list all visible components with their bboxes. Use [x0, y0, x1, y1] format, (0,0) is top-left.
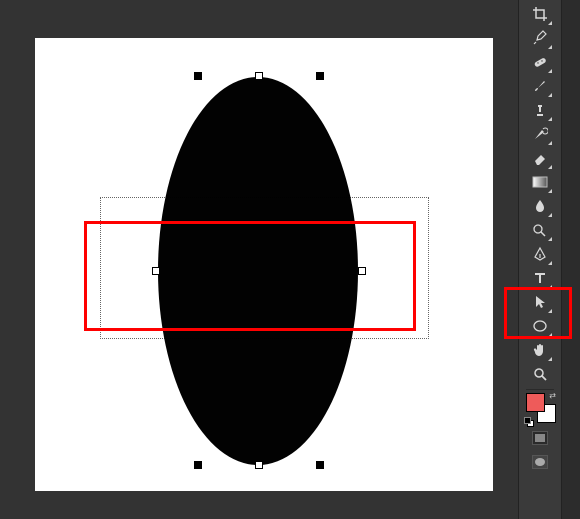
transform-handle-bottom-mid[interactable] [255, 461, 263, 469]
transform-handle-bottom-right[interactable] [316, 461, 324, 469]
ellipse-icon [532, 318, 548, 334]
eyedropper-icon [532, 30, 548, 46]
history-brush-tool[interactable] [527, 122, 553, 146]
foreground-color-swatch[interactable] [526, 393, 545, 412]
screen-mode-button[interactable] [532, 455, 548, 469]
stamp-icon [532, 102, 548, 118]
history-brush-icon [532, 126, 548, 142]
magnifier-icon [532, 366, 548, 382]
crop-icon [532, 6, 548, 22]
swap-colors-icon[interactable]: ⇄ [549, 391, 556, 400]
standard-mode-button[interactable] [532, 431, 548, 445]
eraser-icon [532, 150, 548, 166]
brush-tool[interactable] [527, 74, 553, 98]
transform-handle-bottom-left[interactable] [194, 461, 202, 469]
clone-stamp-tool[interactable] [527, 98, 553, 122]
transform-handle-mid-right[interactable] [358, 267, 366, 275]
transform-handle-top-mid[interactable] [255, 72, 263, 80]
panel-gutter [562, 0, 580, 519]
transform-handle-mid-left[interactable] [152, 267, 160, 275]
arrow-cursor-icon [532, 294, 548, 310]
gradient-icon [532, 175, 548, 189]
blur-tool[interactable] [527, 194, 553, 218]
hand-icon [532, 342, 548, 358]
droplet-icon [532, 198, 548, 214]
pen-icon [532, 246, 548, 262]
transform-handle-top-left[interactable] [194, 72, 202, 80]
bandage-icon [532, 54, 548, 70]
transform-handle-top-right[interactable] [316, 72, 324, 80]
default-colors-icon[interactable] [524, 417, 532, 425]
zoom-tool[interactable] [527, 362, 553, 386]
eraser-tool[interactable] [527, 146, 553, 170]
tools-panel: ⇄ [518, 0, 562, 519]
color-swatches[interactable]: ⇄ [526, 393, 554, 421]
type-tool[interactable] [527, 266, 553, 290]
quickmask-row [519, 431, 561, 445]
screenmode-row [519, 455, 561, 469]
crop-tool[interactable] [527, 2, 553, 26]
gradient-tool[interactable] [527, 170, 553, 194]
healing-brush-tool[interactable] [527, 50, 553, 74]
dodge-icon [532, 222, 548, 238]
path-selection-tool[interactable] [527, 290, 553, 314]
shape-tool[interactable] [527, 314, 553, 338]
type-icon [532, 270, 548, 286]
eyedropper-tool[interactable] [527, 26, 553, 50]
ellipse-shape[interactable] [158, 77, 358, 465]
brush-icon [532, 78, 548, 94]
pen-tool[interactable] [527, 242, 553, 266]
hand-tool[interactable] [527, 338, 553, 362]
dodge-tool[interactable] [527, 218, 553, 242]
